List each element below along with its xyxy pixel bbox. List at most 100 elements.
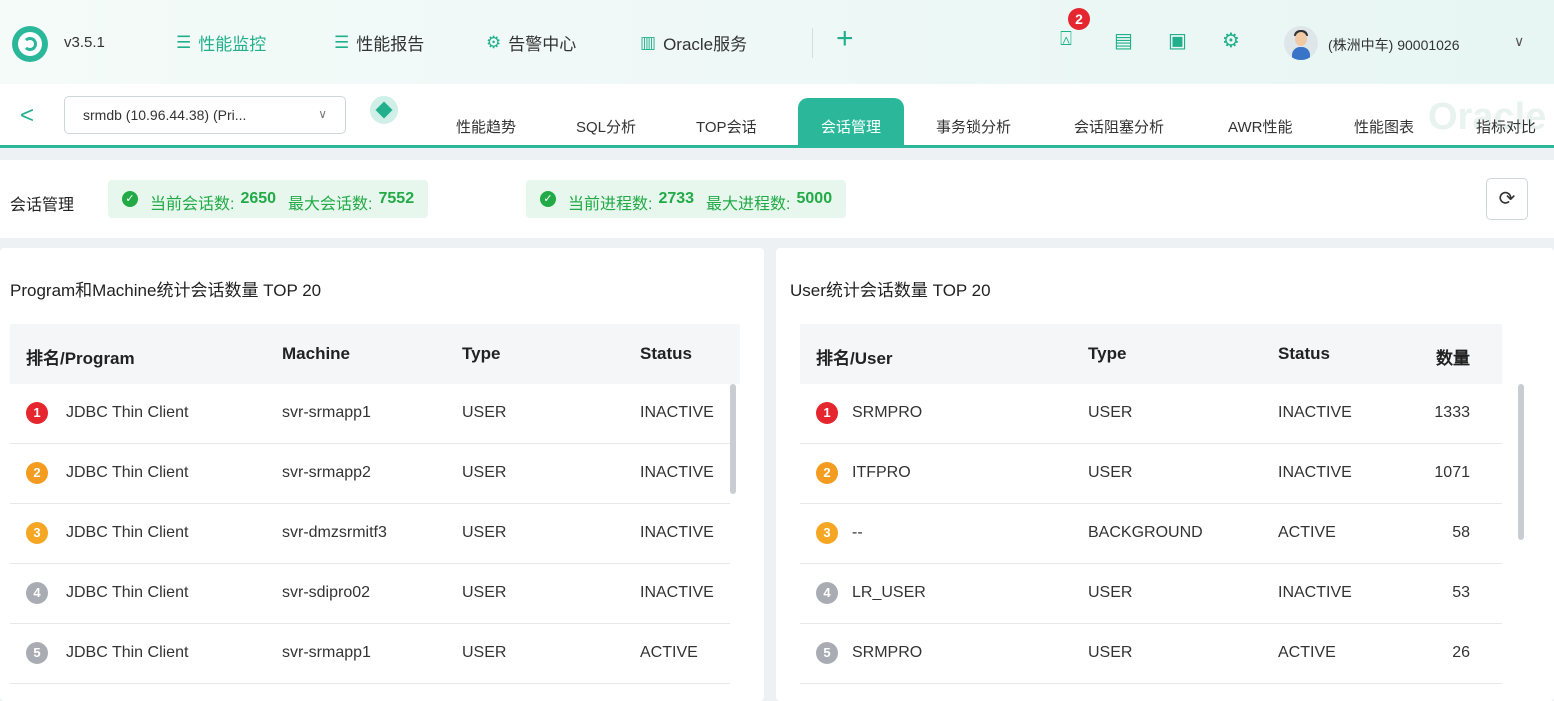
type-cell: USER	[1088, 644, 1133, 661]
column-header[interactable]: 排名/Program	[26, 344, 135, 369]
column-header[interactable]: Type	[1088, 344, 1126, 364]
count-cell: 1071	[1434, 464, 1470, 481]
clipboard-icon[interactable]: ▤	[1114, 28, 1133, 53]
machine-cell: svr-srmapp2	[282, 464, 371, 481]
divider	[812, 28, 813, 58]
status-cell: INACTIVE	[640, 524, 714, 541]
tab-top-sessions[interactable]: TOP会话	[696, 116, 757, 137]
column-header[interactable]: Type	[462, 344, 500, 364]
tab-sql-analysis[interactable]: SQL分析	[576, 116, 636, 137]
program-cell: JDBC Thin Client	[66, 584, 189, 601]
rank-badge: 4	[816, 582, 838, 604]
type-cell: USER	[462, 584, 507, 601]
type-cell: USER	[462, 644, 507, 661]
machine-cell: svr-dmzsrmitf3	[282, 524, 387, 541]
table-row[interactable]: 3 -- BACKGROUND ACTIVE 58	[800, 504, 1502, 564]
rank-badge: 5	[26, 642, 48, 664]
type-cell: USER	[1088, 584, 1133, 601]
tab-session-management[interactable]: 会话管理	[798, 98, 904, 148]
nav-performance-report[interactable]: ☰ 性能报告	[334, 30, 424, 55]
database-status-icon[interactable]	[370, 96, 398, 124]
count-cell: 1333	[1434, 404, 1470, 421]
status-cell: ACTIVE	[1278, 524, 1336, 541]
user-cell: --	[852, 524, 863, 541]
status-cell: INACTIVE	[1278, 584, 1352, 601]
rank-badge: 1	[26, 402, 48, 424]
app-logo[interactable]	[12, 26, 48, 62]
page-title: 会话管理	[10, 197, 75, 214]
table-header: 排名/User Type Status 数量	[800, 324, 1502, 384]
column-header[interactable]: Status	[1278, 344, 1330, 364]
table-row[interactable]: 4 LR_USER USER INACTIVE 53	[800, 564, 1502, 624]
user-cell: LR_USER	[852, 584, 926, 601]
machine-cell: svr-srmapp1	[282, 404, 371, 421]
table-header: 排名/Program Machine Type Status	[10, 324, 740, 384]
tab-session-block-analysis[interactable]: 会话阻塞分析	[1074, 116, 1164, 137]
count-cell: 53	[1452, 584, 1470, 601]
count-cell: 58	[1452, 524, 1470, 541]
status-cell: INACTIVE	[640, 404, 714, 421]
program-cell: JDBC Thin Client	[66, 644, 189, 661]
rank-badge: 5	[816, 642, 838, 664]
report-icon: ☰	[334, 32, 350, 52]
bell-icon[interactable]: ⍓	[1060, 28, 1072, 51]
program-cell: JDBC Thin Client	[66, 404, 189, 421]
program-cell: JDBC Thin Client	[66, 524, 189, 541]
refresh-button[interactable]: ⟳	[1486, 178, 1528, 220]
program-machine-panel: Program和Machine统计会话数量 TOP 20 排名/Program …	[0, 248, 764, 701]
back-icon[interactable]: <	[20, 102, 34, 130]
table-row[interactable]: 2 ITFPRO USER INACTIVE 1071	[800, 444, 1502, 504]
status-cell: INACTIVE	[1278, 404, 1352, 421]
type-cell: USER	[462, 464, 507, 481]
table-row[interactable]: 5 SRMPRO USER ACTIVE 26	[800, 624, 1502, 684]
table-row[interactable]: 4 JDBC Thin Client svr-sdipro02 USER INA…	[10, 564, 730, 624]
tab-metric-compare[interactable]: 指标对比	[1476, 116, 1536, 137]
column-header[interactable]: Machine	[282, 344, 350, 364]
status-cell: INACTIVE	[640, 464, 714, 481]
chevron-down-icon[interactable]: ∨	[1514, 33, 1524, 50]
process-count-badge: ✓ 当前进程数: 2733 最大进程数: 5000	[526, 180, 847, 218]
table-row[interactable]: 1 JDBC Thin Client svr-srmapp1 USER INAC…	[10, 384, 730, 444]
rank-badge: 4	[26, 582, 48, 604]
table-row[interactable]: 5 JDBC Thin Client svr-srmapp1 USER ACTI…	[10, 624, 730, 684]
refresh-icon: ⟳	[1498, 188, 1516, 210]
tab-performance-charts[interactable]: 性能图表	[1354, 116, 1414, 137]
check-circle-icon: ✓	[540, 191, 556, 207]
column-header[interactable]: 排名/User	[816, 344, 893, 369]
program-cell: JDBC Thin Client	[66, 464, 189, 481]
screen-icon[interactable]: ▣	[1168, 28, 1187, 53]
table-row[interactable]: 1 SRMPRO USER INACTIVE 1333	[800, 384, 1502, 444]
user-cell: ITFPRO	[852, 464, 911, 481]
nav-alarm-center[interactable]: ⚙ 告警中心	[486, 30, 576, 55]
scrollbar[interactable]	[1518, 384, 1524, 540]
machine-cell: svr-sdipro02	[282, 584, 371, 601]
tab-performance-trend[interactable]: 性能趋势	[456, 116, 516, 137]
monitor-icon: ☰	[176, 32, 192, 52]
table-row[interactable]: 2 JDBC Thin Client svr-srmapp2 USER INAC…	[10, 444, 730, 504]
database-select[interactable]: srmdb (10.96.44.38) (Pri... ∨	[64, 96, 346, 134]
tab-transaction-lock-analysis[interactable]: 事务锁分析	[936, 116, 1011, 137]
rank-badge: 2	[26, 462, 48, 484]
count-cell: 26	[1452, 644, 1470, 661]
version-label: v3.5.1	[64, 34, 105, 51]
type-cell: USER	[462, 404, 507, 421]
user-cell: SRMPRO	[852, 404, 923, 421]
avatar[interactable]	[1284, 26, 1318, 60]
notification-badge: 2	[1068, 8, 1090, 30]
column-header[interactable]: 数量	[1436, 344, 1470, 369]
user-sessions-panel: User统计会话数量 TOP 20 排名/User Type Status 数量…	[776, 248, 1554, 701]
nav-oracle-service[interactable]: ▥ Oracle服务	[640, 30, 747, 55]
column-header[interactable]: Status	[640, 344, 692, 364]
session-summary: 会话管理 ✓ 当前会话数: 2650 最大会话数: 7552 ✓ 当前进程数: …	[0, 160, 1554, 238]
tab-awr-performance[interactable]: AWR性能	[1228, 116, 1292, 137]
chart-bars-icon: ▥	[640, 32, 657, 52]
nav-performance-monitor[interactable]: ☰ 性能监控	[176, 30, 266, 55]
scrollbar[interactable]	[730, 384, 736, 494]
rank-badge: 2	[816, 462, 838, 484]
user-name[interactable]: (株洲中车) 90001026	[1328, 35, 1460, 55]
type-cell: USER	[1088, 404, 1133, 421]
settings-icon[interactable]: ⚙	[1222, 28, 1240, 53]
add-button[interactable]: +	[836, 22, 854, 56]
table-row[interactable]: 3 JDBC Thin Client svr-dmzsrmitf3 USER I…	[10, 504, 730, 564]
session-count-badge: ✓ 当前会话数: 2650 最大会话数: 7552	[108, 180, 429, 218]
